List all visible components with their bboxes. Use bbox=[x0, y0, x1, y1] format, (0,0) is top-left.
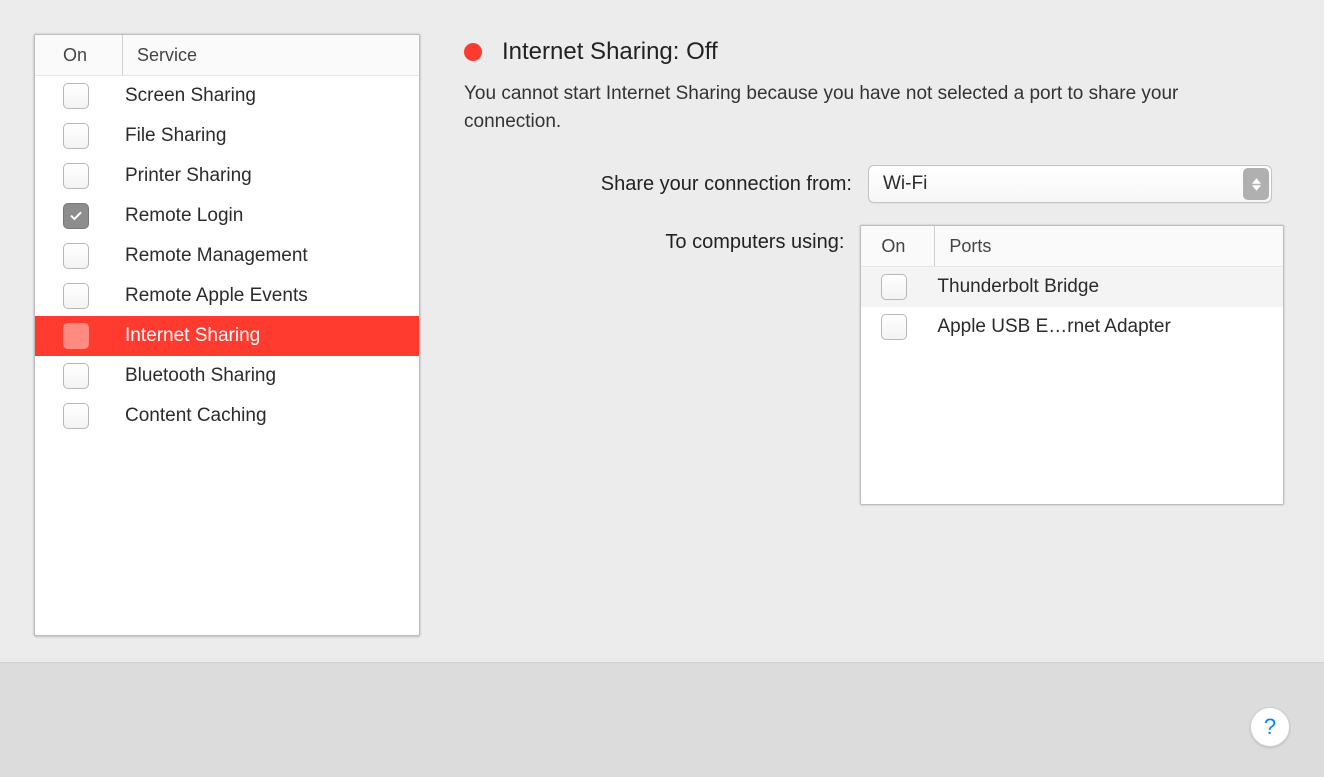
service-label: Remote Apple Events bbox=[125, 285, 308, 307]
service-row-printer-sharing[interactable]: Printer Sharing bbox=[35, 156, 419, 196]
share-from-label: Share your connection from: bbox=[464, 173, 868, 196]
service-row-content-caching[interactable]: Content Caching bbox=[35, 396, 419, 436]
service-row-remote-login[interactable]: Remote Login bbox=[35, 196, 419, 236]
service-checkbox[interactable] bbox=[63, 203, 89, 229]
ports-panel: On Ports Thunderbolt Bridge Apple USB E…r… bbox=[860, 225, 1284, 505]
service-checkbox[interactable] bbox=[63, 83, 89, 109]
status-line: Internet Sharing: Off bbox=[464, 38, 1284, 66]
port-label: Thunderbolt Bridge bbox=[937, 276, 1099, 298]
service-label: Bluetooth Sharing bbox=[125, 365, 276, 387]
port-checkbox[interactable] bbox=[881, 274, 907, 300]
service-list-panel: On Service Screen Sharing File Sharing Pri… bbox=[34, 34, 420, 636]
service-row-screen-sharing[interactable]: Screen Sharing bbox=[35, 76, 419, 116]
chevron-updown-icon bbox=[1243, 168, 1269, 200]
detail-pane: Internet Sharing: Off You cannot start I… bbox=[464, 38, 1284, 527]
service-checkbox[interactable] bbox=[63, 363, 89, 389]
service-label: Screen Sharing bbox=[125, 85, 256, 107]
footer: ? bbox=[0, 662, 1324, 777]
ports-header: On Ports bbox=[861, 226, 1283, 267]
to-computers-label: To computers using: bbox=[464, 225, 860, 254]
service-checkbox[interactable] bbox=[63, 123, 89, 149]
service-label: Internet Sharing bbox=[125, 325, 260, 347]
ports-header-ports[interactable]: Ports bbox=[935, 236, 991, 257]
share-from-select[interactable]: Wi-Fi bbox=[868, 165, 1272, 203]
service-label: Remote Management bbox=[125, 245, 308, 267]
help-button[interactable]: ? bbox=[1250, 707, 1290, 747]
port-checkbox[interactable] bbox=[881, 314, 907, 340]
port-row[interactable]: Thunderbolt Bridge bbox=[861, 267, 1283, 307]
share-from-value: Wi-Fi bbox=[883, 173, 927, 195]
status-title: Internet Sharing: Off bbox=[502, 38, 718, 66]
service-checkbox[interactable] bbox=[63, 403, 89, 429]
service-label: Printer Sharing bbox=[125, 165, 252, 187]
port-label: Apple USB E…rnet Adapter bbox=[937, 316, 1170, 338]
service-checkbox[interactable] bbox=[63, 283, 89, 309]
service-row-remote-apple-events[interactable]: Remote Apple Events bbox=[35, 276, 419, 316]
ports-header-on[interactable]: On bbox=[861, 226, 935, 266]
service-checkbox[interactable] bbox=[63, 163, 89, 189]
service-checkbox[interactable] bbox=[63, 243, 89, 269]
to-computers-row: To computers using: On Ports Thunderbolt… bbox=[464, 225, 1284, 505]
status-description: You cannot start Internet Sharing becaus… bbox=[464, 80, 1224, 135]
share-from-row: Share your connection from: Wi-Fi bbox=[464, 165, 1284, 203]
service-label: File Sharing bbox=[125, 125, 226, 147]
service-label: Content Caching bbox=[125, 405, 267, 427]
service-row-bluetooth-sharing[interactable]: Bluetooth Sharing bbox=[35, 356, 419, 396]
service-header-on[interactable]: On bbox=[35, 35, 123, 75]
main-area: On Service Screen Sharing File Sharing Pri… bbox=[0, 0, 1324, 662]
service-checkbox[interactable] bbox=[63, 323, 89, 349]
help-icon: ? bbox=[1264, 714, 1276, 740]
status-dot-icon bbox=[464, 43, 482, 61]
service-row-remote-management[interactable]: Remote Management bbox=[35, 236, 419, 276]
service-list-header: On Service bbox=[35, 35, 419, 76]
service-row-internet-sharing[interactable]: Internet Sharing bbox=[35, 316, 419, 356]
service-header-service[interactable]: Service bbox=[123, 45, 197, 66]
service-row-file-sharing[interactable]: File Sharing bbox=[35, 116, 419, 156]
port-row[interactable]: Apple USB E…rnet Adapter bbox=[861, 307, 1283, 347]
service-label: Remote Login bbox=[125, 205, 243, 227]
